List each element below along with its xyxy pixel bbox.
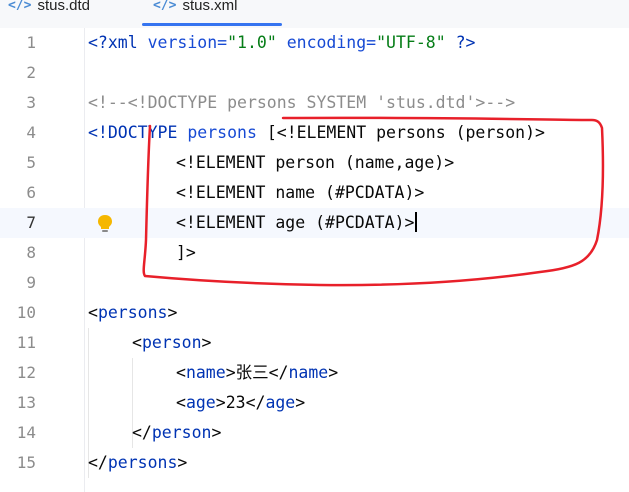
code-line-12[interactable]: 12 <name>张三</name>: [0, 358, 629, 388]
code-text-content: <!ELEMENT age (#PCDATA)>: [176, 213, 415, 232]
xml-decl-close: ?>: [445, 33, 476, 52]
tag-end-open: </: [268, 363, 289, 382]
attr-version-value: "1.0": [227, 33, 277, 52]
line-number: 9: [26, 273, 36, 292]
tag-close-bracket: >: [211, 423, 222, 442]
tag-close-bracket: >: [201, 333, 212, 352]
tab-stus-xml[interactable]: </> stus.xml: [153, 0, 238, 19]
editor-tab-bar: </> stus.dtd </> stus.xml: [0, 0, 629, 28]
tag-end-open: </: [245, 393, 266, 412]
tag-close-bracket: >: [295, 393, 306, 412]
doctype-root: persons: [187, 123, 257, 142]
comment-text: <!--<!DOCTYPE persons SYSTEM 'stus.dtd'>…: [88, 93, 516, 112]
tag-close-bracket: >: [177, 453, 188, 472]
tag-name: persons: [107, 453, 178, 472]
code-text: <!ELEMENT person (name,age)>: [176, 153, 455, 172]
element-value: 23: [225, 393, 246, 412]
tag-name: name: [185, 363, 226, 382]
element-value: 张三: [235, 363, 269, 382]
attr-encoding-value: "UTF-8": [376, 33, 446, 52]
code-text: <name>张三</name>: [176, 358, 338, 388]
line-number: 6: [26, 183, 36, 202]
line-number: 14: [16, 423, 36, 442]
code-line-14[interactable]: 14 </person>: [0, 418, 629, 448]
code-line-10[interactable]: 10 <persons>: [0, 298, 629, 328]
code-text: <!DOCTYPE persons [<!ELEMENT persons (pe…: [88, 118, 545, 148]
code-line-2[interactable]: 2: [0, 58, 629, 88]
code-line-15[interactable]: 15 </persons>: [0, 448, 629, 478]
tag-open-bracket: <: [132, 333, 142, 352]
tag-name: person: [141, 333, 202, 352]
lightbulb-icon[interactable]: [96, 214, 114, 234]
code-text: </persons>: [88, 448, 187, 478]
line-number: 15: [16, 453, 36, 472]
xml-decl-open: <?xml: [88, 33, 148, 52]
code-text: <age>23</age>: [176, 388, 305, 418]
code-text: ]>: [176, 243, 196, 262]
code-editor[interactable]: 1 <?xml version="1.0" encoding="UTF-8" ?…: [0, 28, 629, 492]
tag-close-bracket: >: [167, 303, 178, 322]
tag-end-open: </: [88, 453, 108, 472]
tag-name: age: [185, 393, 216, 412]
tag-open-bracket: <: [88, 303, 98, 322]
line-number: 3: [26, 93, 36, 112]
code-line-1[interactable]: 1 <?xml version="1.0" encoding="UTF-8" ?…: [0, 28, 629, 58]
line-number: 5: [26, 153, 36, 172]
tag-name: name: [288, 363, 329, 382]
line-number: 7: [26, 213, 36, 232]
tab-label: stus.dtd: [37, 0, 91, 14]
xml-file-icon: </>: [153, 0, 177, 13]
tag-name: person: [151, 423, 212, 442]
code-line-13[interactable]: 13 <age>23</age>: [0, 388, 629, 418]
tag-close-bracket: >: [328, 363, 339, 382]
code-text: </person>: [132, 418, 221, 448]
code-text: <?xml version="1.0" encoding="UTF-8" ?>: [88, 28, 475, 58]
code-line-11[interactable]: 11 <person>: [0, 328, 629, 358]
tag-close-bracket: >: [225, 363, 236, 382]
line-number: 1: [26, 33, 36, 52]
code-line-7[interactable]: 7 <!ELEMENT age (#PCDATA)>: [0, 208, 629, 238]
code-line-9[interactable]: 9: [0, 268, 629, 298]
code-line-6[interactable]: 6 <!ELEMENT name (#PCDATA)>: [0, 178, 629, 208]
attr-version: version=: [147, 33, 228, 52]
active-tab-indicator: [142, 23, 282, 26]
code-line-3[interactable]: 3 <!--<!DOCTYPE persons SYSTEM 'stus.dtd…: [0, 88, 629, 118]
code-line-5[interactable]: 5 <!ELEMENT person (name,age)>: [0, 148, 629, 178]
line-number: 13: [16, 393, 36, 412]
doctype-rest: [<!ELEMENT persons (person)>: [256, 123, 545, 142]
text-caret: [415, 212, 418, 232]
tag-end-open: </: [132, 423, 152, 442]
line-number: 4: [26, 123, 36, 142]
tag-open-bracket: <: [176, 363, 186, 382]
code-line-4[interactable]: 4 <!DOCTYPE persons [<!ELEMENT persons (…: [0, 118, 629, 148]
doctype-keyword: <!DOCTYPE: [88, 123, 188, 142]
line-number: 8: [26, 243, 36, 262]
tag-name: persons: [97, 303, 168, 322]
code-line-8[interactable]: 8 ]>: [0, 238, 629, 268]
tag-open-bracket: <: [176, 393, 186, 412]
tag-close-bracket: >: [215, 393, 226, 412]
code-text: <persons>: [88, 298, 177, 328]
code-text: <person>: [132, 328, 211, 358]
line-number: 11: [16, 333, 36, 352]
code-text: <!ELEMENT age (#PCDATA)>: [176, 208, 418, 238]
line-number: 10: [16, 303, 36, 322]
tag-name: age: [265, 393, 296, 412]
line-number: 12: [16, 363, 36, 382]
xml-file-icon: </>: [8, 0, 32, 13]
tab-label: stus.xml: [182, 0, 238, 14]
attr-encoding: encoding=: [276, 33, 377, 52]
line-number: 2: [26, 63, 36, 82]
code-text: <!ELEMENT name (#PCDATA)>: [176, 183, 425, 202]
tab-stus-dtd[interactable]: </> stus.dtd: [8, 0, 90, 19]
